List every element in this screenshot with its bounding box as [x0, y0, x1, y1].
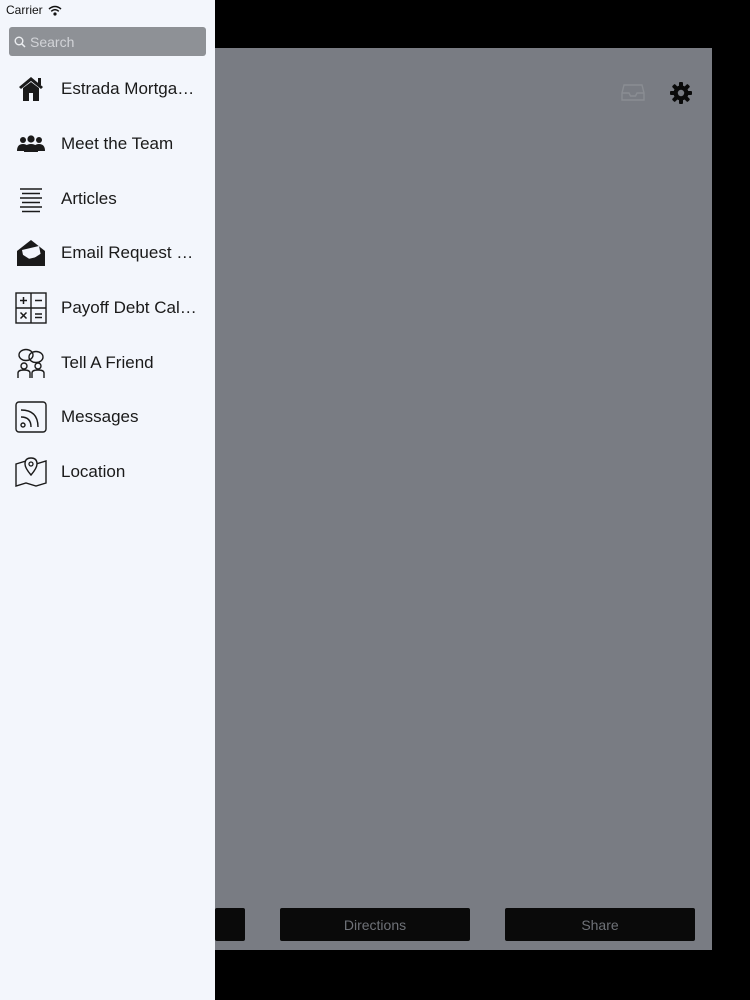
side-menu-list: Estrada Mortgage Team Meet the Team: [0, 62, 215, 500]
menu-item-payoff-debt-calculator[interactable]: Payoff Debt Calculator: [0, 281, 215, 336]
menu-item-tell-a-friend[interactable]: Tell A Friend: [0, 335, 215, 390]
menu-item-label: Messages: [61, 407, 139, 427]
menu-item-articles[interactable]: Articles: [0, 171, 215, 226]
menu-item-label: Location: [61, 462, 126, 482]
menu-item-label: Articles: [61, 188, 117, 208]
rss-feed-icon: [14, 400, 48, 434]
directions-button[interactable]: Directions: [280, 908, 470, 941]
menu-item-email-request[interactable]: Email Request Quote: [0, 226, 215, 281]
menu-item-label: Tell A Friend: [61, 352, 154, 372]
tell-friend-icon: [14, 346, 48, 380]
open-envelope-icon: [14, 236, 48, 270]
carrier-label: Carrier: [6, 3, 43, 17]
menu-item-label: Email Request Quote: [61, 243, 201, 263]
home-icon: [14, 72, 48, 106]
share-button[interactable]: Share: [505, 908, 695, 941]
status-bar: Carrier: [0, 0, 215, 20]
menu-item-label: Estrada Mortgage Team: [61, 79, 201, 99]
calculator-icon: [14, 291, 48, 325]
search-icon: [14, 36, 26, 48]
people-icon: [14, 127, 48, 161]
screen: Directions Share Carrier Search Estrada …: [0, 0, 750, 1000]
share-button-label: Share: [581, 916, 619, 933]
inbox-icon[interactable]: [621, 81, 645, 103]
menu-item-meet-the-team[interactable]: Meet the Team: [0, 117, 215, 172]
menu-item-home[interactable]: Estrada Mortgage Team: [0, 62, 215, 117]
menu-item-label: Meet the Team: [61, 134, 174, 154]
search-input[interactable]: [30, 30, 200, 53]
wifi-icon: [48, 5, 62, 16]
search-bar[interactable]: [9, 27, 206, 56]
menu-item-messages[interactable]: Messages: [0, 390, 215, 445]
partial-bottom-button[interactable]: [215, 908, 245, 941]
menu-item-location[interactable]: Location: [0, 445, 215, 500]
app-content-panel[interactable]: [215, 48, 712, 950]
side-menu-drawer: Carrier Search Estrada Mortgage Meet the…: [0, 0, 215, 1000]
directions-button-label: Directions: [343, 916, 407, 933]
gear-icon[interactable]: [668, 80, 694, 106]
map-pin-icon: [14, 455, 48, 489]
article-lines-icon: [14, 182, 48, 216]
menu-item-label: Payoff Debt Calculator: [61, 298, 201, 318]
